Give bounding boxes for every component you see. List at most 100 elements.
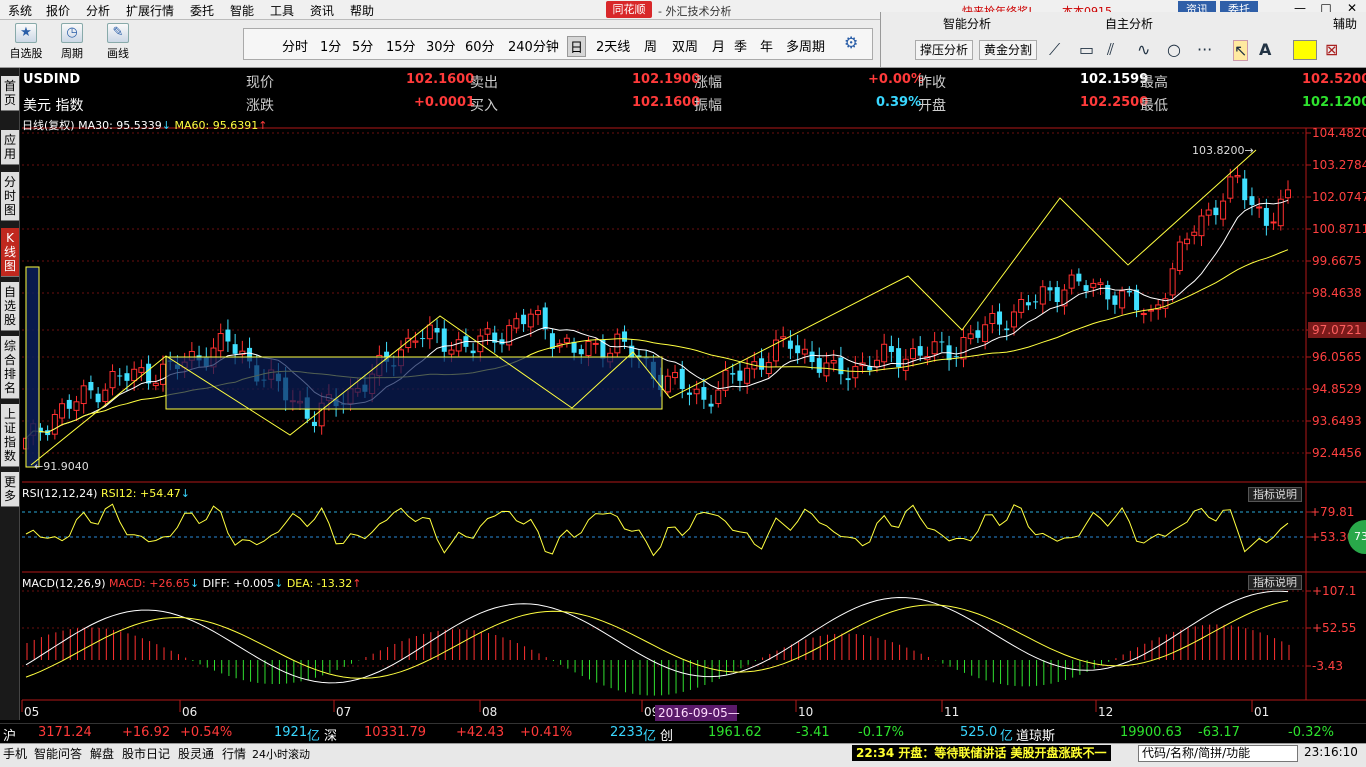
macd-tick-label: +52.55 — [1312, 621, 1356, 635]
candle-body — [80, 385, 87, 405]
candle-body — [1242, 178, 1248, 201]
candle-body — [744, 367, 751, 384]
candle-body — [737, 370, 743, 381]
candle-body — [1119, 290, 1126, 309]
sh-index-value: 3171.24 — [38, 725, 92, 740]
candle-body — [867, 366, 873, 371]
sh-change-pct: +0.54% — [180, 725, 233, 740]
candle-body — [852, 366, 859, 379]
time-axis-label: 12 — [1098, 705, 1113, 719]
rsi-info-line: RSI(12,12,24) RSI12: +54.47↓ — [22, 487, 190, 500]
candle-body — [1184, 238, 1191, 245]
candle-body — [1076, 273, 1082, 282]
candle-body — [730, 373, 736, 375]
rsi-arrow-icon: ↓ — [180, 487, 190, 500]
candle-body — [622, 331, 628, 342]
kline-chart-area[interactable]: 104.4820 103.2784 102.0747 100.8711 99.6675 9… — [0, 0, 1366, 767]
candle-body — [571, 341, 577, 353]
bottom-24h-scroll[interactable]: 24小时滚动 — [252, 746, 310, 762]
candle-body — [664, 375, 671, 393]
candle-body — [426, 324, 433, 340]
candle-body — [311, 421, 317, 427]
ma-label: 日线(复权) — [22, 119, 75, 132]
candle-body — [917, 346, 923, 356]
bottom-quotes[interactable]: 行情 — [222, 745, 246, 762]
dj-label: 道琼斯 — [1016, 729, 1056, 744]
cy-change: -3.41 — [796, 725, 830, 740]
candle-body — [823, 362, 830, 377]
candle-body — [1249, 196, 1255, 206]
price-tick-label: 94.8529 — [1312, 382, 1362, 396]
bottom-mobile[interactable]: 手机 — [3, 745, 27, 762]
dj-change-pct: -0.32% — [1288, 725, 1334, 740]
candle-body — [1227, 176, 1234, 199]
sz-label: 深 — [324, 729, 338, 744]
candle-body — [217, 333, 224, 352]
candle-body — [441, 328, 447, 352]
dea-value: DEA: -13.32 — [286, 577, 353, 590]
candle-body — [1004, 328, 1010, 331]
candle-body — [592, 342, 599, 345]
candle-body — [1234, 175, 1241, 178]
price-tick-label: 99.6675 — [1312, 254, 1362, 268]
candle-body — [1090, 282, 1097, 288]
candle-body — [809, 351, 815, 363]
code-search-input[interactable]: 代码/名称/简拼/功能 — [1138, 745, 1298, 762]
candle-body — [1285, 189, 1291, 199]
cy-amount: 525.0 — [960, 725, 998, 740]
candle-body — [686, 392, 692, 395]
macd-indicator-help-button[interactable]: 指标说明 — [1248, 575, 1302, 590]
candle-body — [960, 336, 967, 360]
price-tick-label: 103.2784 — [1312, 158, 1366, 172]
candle-body — [1025, 302, 1031, 306]
sh-change: +16.92 — [122, 725, 171, 740]
bottom-stock-genie[interactable]: 股灵通 — [178, 745, 214, 762]
candle-body — [1176, 241, 1183, 271]
candle-body — [455, 339, 462, 352]
time-axis-label: 07 — [336, 705, 351, 719]
bottom-bar: 手机 智能问答 解盘 股市日记 股灵通 行情 24小时滚动 22:34 开盘：等… — [0, 743, 1366, 767]
candle-body — [1112, 295, 1118, 305]
diff-value: DIFF: +0.005 — [202, 577, 275, 590]
candle-body — [232, 344, 238, 354]
dea-arrow-icon: ↑ — [352, 577, 362, 590]
candle-body — [578, 349, 584, 355]
candle-body — [1213, 207, 1219, 216]
cy-index-value: 1961.62 — [708, 725, 762, 740]
candle-body — [1169, 268, 1176, 296]
candle-body — [1105, 285, 1111, 300]
sz-index-value: 10331.79 — [364, 725, 427, 740]
candle-body — [679, 368, 685, 389]
candle-body — [542, 307, 548, 330]
candle-body — [1068, 274, 1075, 289]
time-axis-label: 11 — [944, 705, 959, 719]
candle-body — [1270, 221, 1277, 224]
clock: 23:16:10 — [1304, 745, 1358, 759]
price-tick-label: 102.0747 — [1312, 190, 1366, 204]
sh-amount: 1921 — [274, 725, 308, 740]
sz-amount-unit: 亿 — [643, 729, 657, 744]
bottom-diary[interactable]: 股市日记 — [122, 745, 170, 762]
candle-body — [759, 358, 765, 370]
time-axis-label: 05 — [24, 705, 39, 719]
candle-body — [117, 375, 123, 377]
bottom-market-comment[interactable]: 解盘 — [90, 745, 114, 762]
candle-body — [765, 362, 772, 375]
news-ticker[interactable]: 22:34 开盘：等待联储讲话 美股开盘涨跌不一 — [852, 745, 1111, 761]
candle-body — [1047, 287, 1053, 291]
candle-body — [873, 359, 880, 367]
candle-body — [563, 337, 570, 344]
dj-index-value: 19900.63 — [1120, 725, 1183, 740]
range-box-consolidation — [165, 356, 663, 410]
candle-body — [146, 363, 152, 384]
candle-body — [484, 328, 491, 335]
candle-body — [420, 338, 426, 340]
candle-body — [1033, 301, 1039, 303]
candle-body — [1256, 206, 1263, 209]
rsi-indicator-help-button[interactable]: 指标说明 — [1248, 487, 1302, 502]
candle-body — [1054, 287, 1060, 303]
candle-body — [989, 312, 996, 324]
bottom-smart-qa[interactable]: 智能问答 — [34, 745, 82, 762]
sh-amount-unit: 亿 — [307, 729, 321, 744]
candle-body — [1010, 311, 1017, 328]
